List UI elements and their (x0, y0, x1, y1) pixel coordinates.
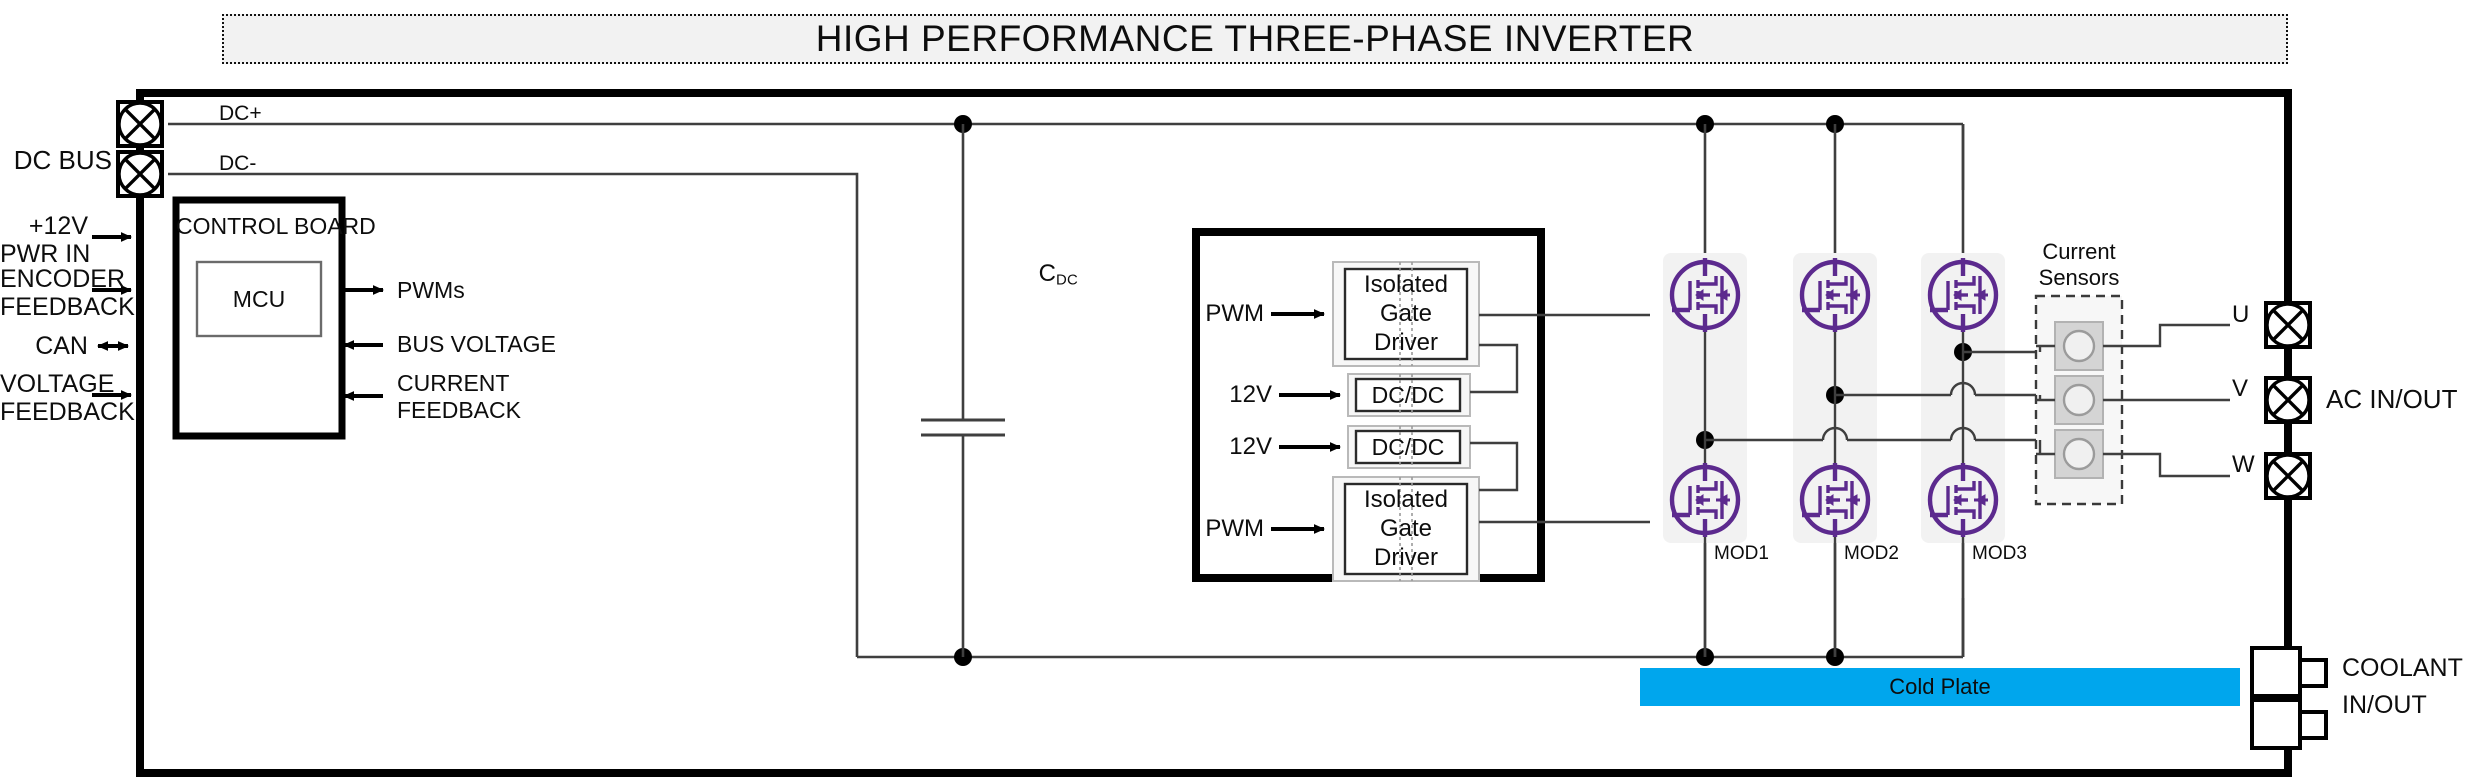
current-sensor-2 (2054, 375, 2104, 425)
dc-link-capacitor (921, 124, 1005, 657)
module-label-mod1: MOD1 (1714, 543, 1769, 564)
phase-label-v: V (2232, 375, 2249, 402)
output-current-feedback-line2: FEEDBACK (397, 397, 521, 423)
gate-drive-pwm-bottom-label: PWM (1205, 515, 1264, 542)
module-label-mod2: MOD2 (1844, 543, 1899, 564)
coolant-label-line1: COOLANT (2342, 654, 2463, 682)
dc-bus-label: DC BUS (13, 145, 112, 175)
gate-driver-bottom-line1: Isolated (1363, 486, 1449, 513)
inverter-block-diagram: HIGH PERFORMANCE THREE-PHASE INVERTER DC… (0, 0, 2480, 780)
control-board-title: CONTROL BOARD (176, 213, 376, 239)
dcdc-bottom-label: DC/DC (1371, 434, 1445, 460)
gate-driver-top-line3: Driver (1374, 329, 1438, 356)
coolant-port-bottom[interactable] (2250, 698, 2328, 750)
gate-driver-bottom-line3: Driver (1374, 544, 1438, 571)
phase-label-u: U (2232, 301, 2250, 328)
dc-minus-label: DC- (219, 152, 257, 175)
current-sensor-3 (2054, 429, 2104, 479)
ac-terminal-wires (2122, 323, 2230, 478)
output-bus-voltage-label: BUS VOLTAGE (397, 331, 556, 357)
dc-plus-rail (168, 115, 1965, 255)
gate-drive-12v-top-label: 12V (1229, 381, 1272, 408)
gate-driver-top-line1: Isolated (1363, 271, 1449, 298)
current-sensor-1 (2054, 321, 2104, 371)
phase-label-w: W (2232, 451, 2255, 478)
output-pwms-label: PWMs (397, 277, 465, 303)
dc-bus-connector-negative[interactable] (116, 150, 164, 198)
input-12v-label-line2: PWR IN (0, 240, 91, 268)
input-voltage-label-line1: VOLTAGE (0, 370, 115, 398)
dc-bus-connector-positive[interactable] (116, 100, 164, 148)
ac-connector-u[interactable] (2264, 301, 2312, 349)
current-sensors-label-line1: Current (2042, 239, 2116, 264)
ac-output-label: AC IN/OUT (2326, 384, 2458, 414)
dc-plus-label: DC+ (219, 102, 262, 125)
coolant-label-line2: IN/OUT (2342, 691, 2427, 719)
input-can-label: CAN (35, 332, 88, 360)
input-encoder-label-line2: FEEDBACK (0, 293, 135, 321)
dc-link-cap-label: CDC (1012, 235, 1078, 315)
mcu-label: MCU (232, 286, 286, 312)
module-label-mod3: MOD3 (1972, 543, 2027, 564)
output-current-feedback-line1: CURRENT (397, 370, 510, 396)
current-sensors-group (2034, 294, 2124, 506)
input-encoder-label-line1: ENCODER (0, 265, 126, 293)
coolant-port-top[interactable] (2250, 646, 2328, 698)
input-12v-label-line1: +12V (28, 212, 88, 240)
gate-drive-pwm-top-label: PWM (1205, 300, 1264, 327)
cold-plate-label: Cold Plate (1889, 674, 1991, 699)
control-board-output-arrows (343, 285, 384, 401)
ac-connector-v[interactable] (2264, 376, 2312, 424)
input-voltage-label-line2: FEEDBACK (0, 398, 135, 426)
ac-connector-w[interactable] (2264, 452, 2312, 500)
dc-link-cap-subscript: DC (1056, 272, 1078, 289)
dcdc-top-label: DC/DC (1371, 382, 1445, 408)
gate-driver-bottom-line2: Gate (1379, 515, 1433, 542)
current-sensors-label-line2: Sensors (2038, 265, 2120, 290)
gate-driver-top-line2: Gate (1379, 300, 1433, 327)
dc-link-cap-symbol: C (1038, 259, 1057, 287)
gate-drive-12v-bottom-label: 12V (1229, 433, 1272, 460)
